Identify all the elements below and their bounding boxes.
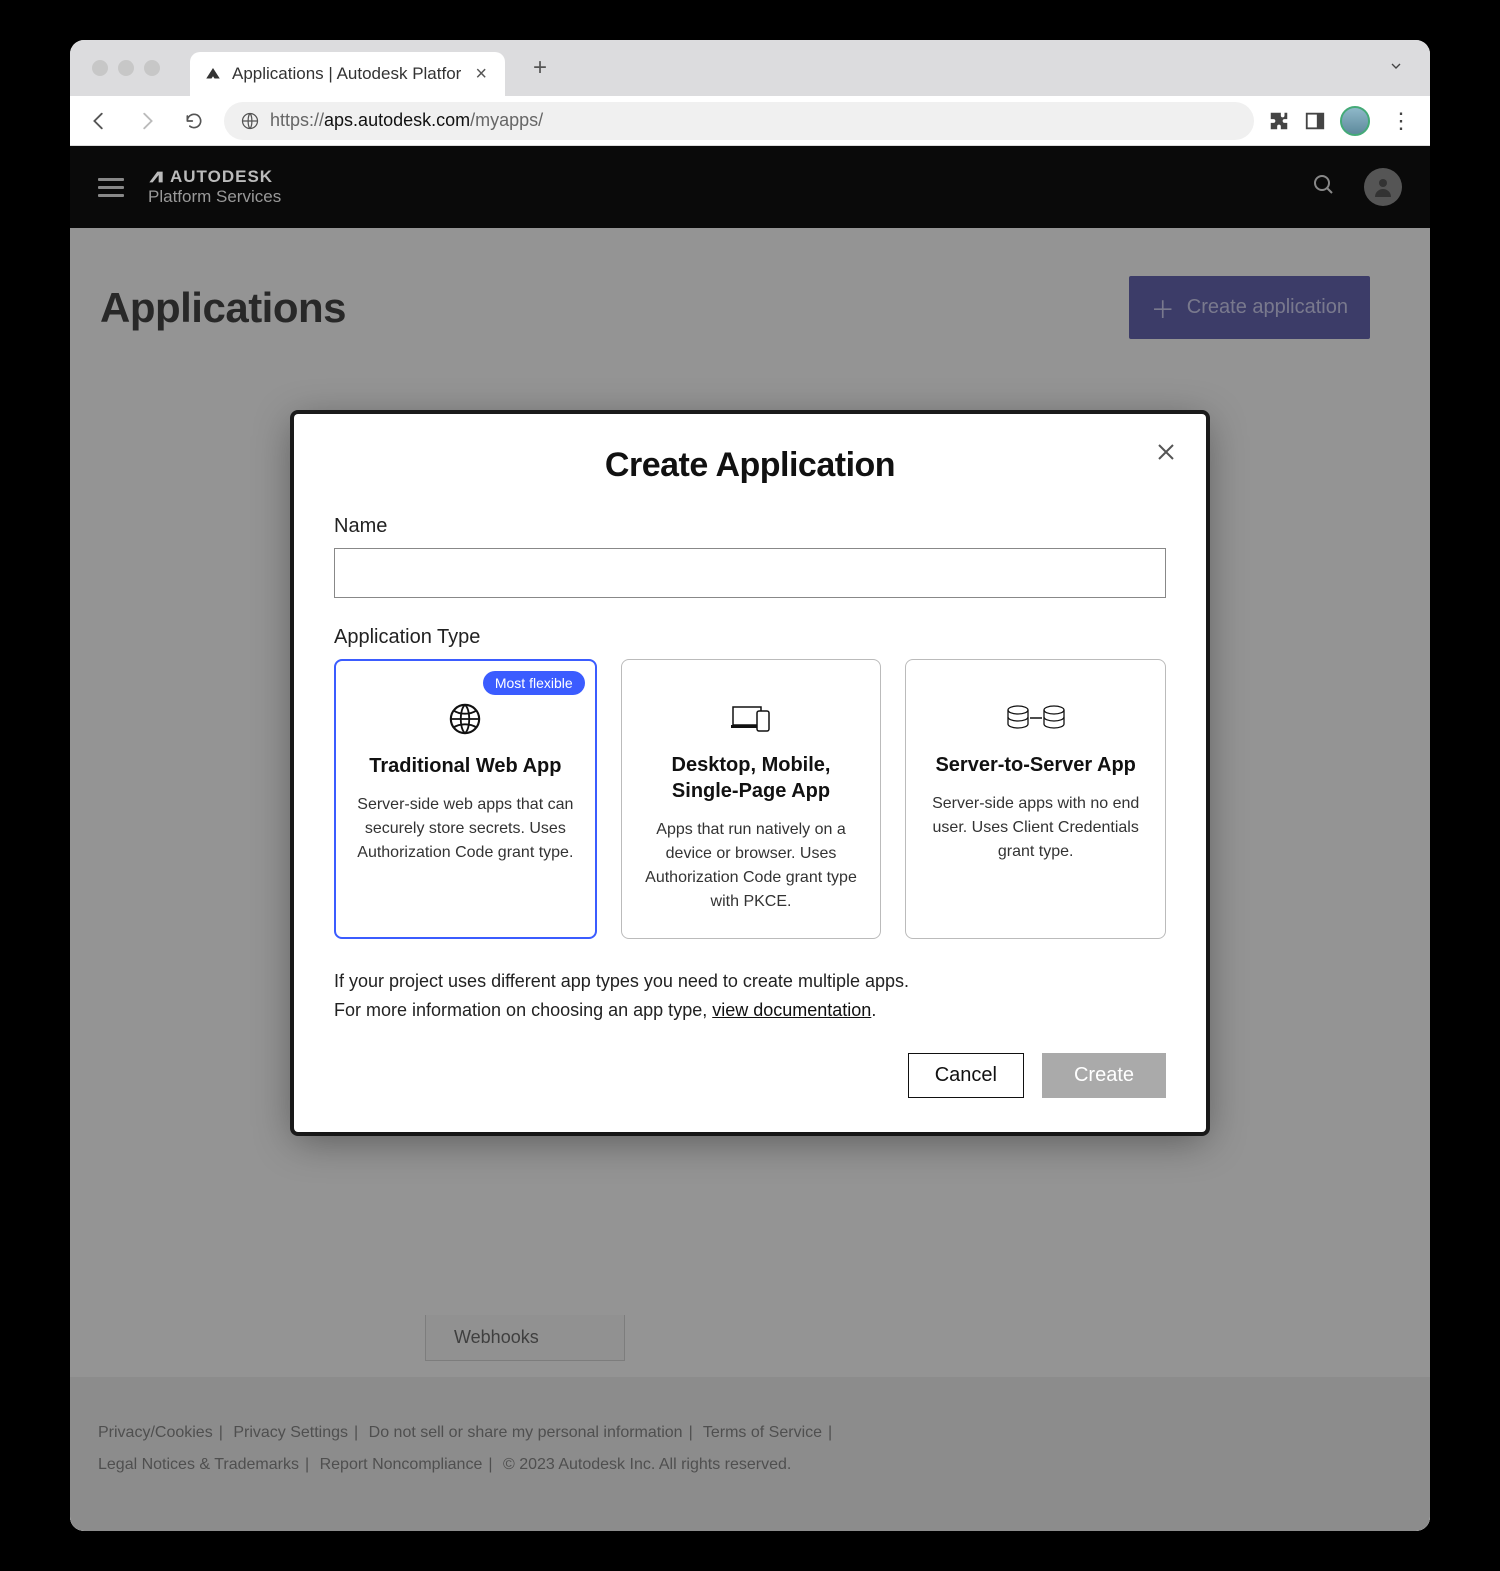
address-bar[interactable]: https://aps.autodesk.com/myapps/ [224,102,1254,140]
close-icon[interactable] [1154,440,1178,469]
type-label: Application Type [334,626,1166,649]
side-panel-icon[interactable] [1304,110,1326,132]
tab-favicon-icon [204,65,222,83]
maximize-window-icon[interactable] [144,60,160,76]
tab-title: Applications | Autodesk Platfor [232,64,461,84]
browser-toolbar: https://aps.autodesk.com/myapps/ ⋮ [70,96,1430,146]
tab-close-icon[interactable]: × [471,63,491,86]
modal-title: Create Application [334,446,1166,485]
create-application-modal: Create Application Name Application Type… [294,414,1206,1132]
minimize-window-icon[interactable] [118,60,134,76]
browser-menu-icon[interactable]: ⋮ [1384,108,1418,134]
app-header: AUTODESK Platform Services [70,146,1430,228]
brand-name: AUTODESK [170,167,273,187]
card-title: Desktop, Mobile, Single-Page App [640,752,863,804]
menu-icon[interactable] [98,178,124,197]
database-icon [1006,698,1066,738]
card-title: Server-to-Server App [935,752,1135,778]
card-title: Traditional Web App [369,753,561,779]
brand-logo[interactable]: AUTODESK Platform Services [148,167,281,206]
globe-icon [448,699,482,739]
devices-icon [731,698,771,738]
app-type-desktop-mobile-spa[interactable]: Desktop, Mobile, Single-Page App Apps th… [621,659,882,939]
user-avatar-icon[interactable] [1364,168,1402,206]
close-window-icon[interactable] [92,60,108,76]
app-shell: AUTODESK Platform Services Applications … [70,146,1430,1531]
browser-window: Applications | Autodesk Platfor × + http… [70,40,1430,1531]
most-flexible-badge: Most flexible [483,671,585,695]
autodesk-logo-icon [148,169,164,185]
browser-tab-bar: Applications | Autodesk Platfor × + [70,40,1430,96]
card-description: Server-side web apps that can securely s… [354,793,577,865]
browser-tab[interactable]: Applications | Autodesk Platfor × [190,52,505,96]
hint-text: If your project uses different app types… [334,967,1166,1025]
modal-overlay[interactable]: Create Application Name Application Type… [70,228,1430,1531]
app-type-server-to-server[interactable]: Server-to-Server App Server-side apps wi… [905,659,1166,939]
reload-button[interactable] [178,107,210,135]
card-description: Server-side apps with no end user. Uses … [924,792,1147,864]
page-body: Applications ＋ Create application Webhoo… [70,228,1430,1531]
cancel-button[interactable]: Cancel [908,1053,1024,1098]
create-button[interactable]: Create [1042,1053,1166,1098]
name-input[interactable] [334,548,1166,598]
new-tab-button[interactable]: + [521,54,559,82]
extensions-icon[interactable] [1268,110,1290,132]
name-label: Name [334,515,1166,538]
back-button[interactable] [82,106,116,136]
view-documentation-link[interactable]: view documentation [712,1000,871,1020]
url-text: https://aps.autodesk.com/myapps/ [270,110,543,131]
app-type-traditional-web[interactable]: Most flexible Traditional Web App Server… [334,659,597,939]
search-icon[interactable] [1312,173,1336,202]
window-controls[interactable] [92,60,160,76]
card-description: Apps that run natively on a device or br… [640,818,863,914]
profile-avatar-icon[interactable] [1340,106,1370,136]
modal-actions: Cancel Create [334,1053,1166,1098]
site-info-icon[interactable] [240,111,260,131]
app-type-grid: Most flexible Traditional Web App Server… [334,659,1166,939]
brand-subtitle: Platform Services [148,187,281,207]
chevron-down-icon[interactable] [1382,52,1410,85]
forward-button[interactable] [130,106,164,136]
